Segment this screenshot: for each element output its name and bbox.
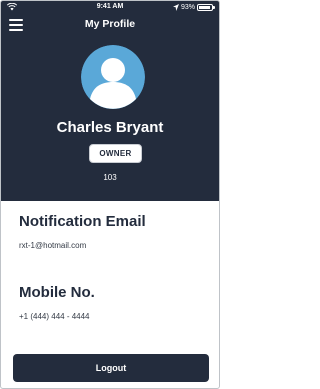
status-bar: 9:41 AM 93% (1, 1, 219, 14)
profile-header: 9:41 AM 93% My Profile Charles Bryant OW… (1, 1, 219, 201)
user-number: 103 (103, 173, 117, 182)
user-name: Charles Bryant (56, 119, 164, 136)
logout-button[interactable]: Logout (13, 354, 209, 382)
user-silhouette-icon (81, 45, 145, 109)
role-badge: OWNER (89, 144, 142, 163)
battery-icon (197, 4, 215, 11)
battery-percent: 93% (180, 4, 195, 11)
mobile-number-heading: Mobile No. (19, 284, 95, 301)
page-title: My Profile (84, 18, 136, 30)
notification-email-value: rxt-1@hotmail.com (19, 241, 87, 250)
profile-screen: 9:41 AM 93% My Profile Charles Bryant OW… (0, 0, 220, 389)
notification-email-heading: Notification Email (19, 213, 146, 230)
mobile-number-value: +1 (444) 444 - 4444 (19, 312, 90, 321)
location-icon (172, 4, 179, 11)
battery-level-fill (199, 6, 211, 9)
status-right-group: 93% (172, 3, 215, 12)
